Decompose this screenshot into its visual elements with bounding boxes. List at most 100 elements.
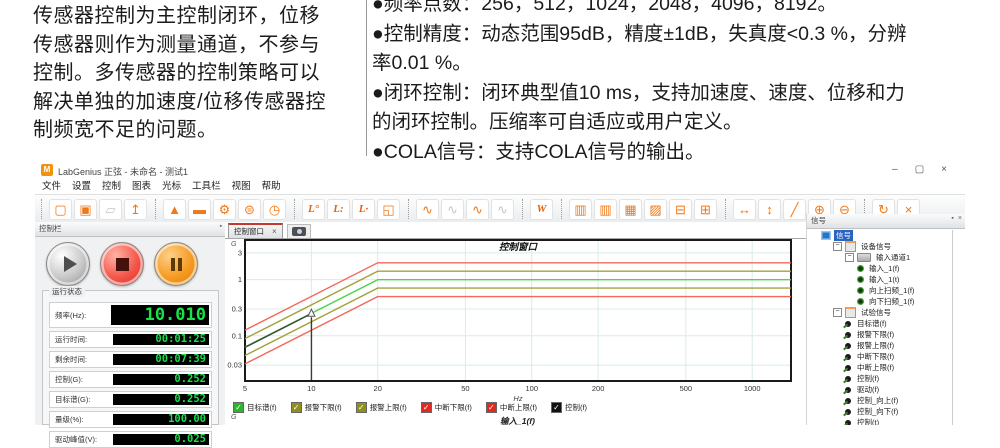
save-icon[interactable]: ▣ bbox=[74, 199, 97, 220]
legend-checkbox-icon[interactable]: ✓ bbox=[551, 402, 562, 413]
tree-node-控制(t)[interactable]: 控制(t) bbox=[817, 417, 952, 425]
tab-close-icon[interactable]: × bbox=[272, 227, 277, 236]
pin-icon[interactable]: ▪ bbox=[220, 223, 222, 230]
snapshot-button[interactable] bbox=[287, 224, 311, 238]
menu-item-工具栏[interactable]: 工具栏 bbox=[192, 179, 221, 194]
menu-item-设置[interactable]: 设置 bbox=[72, 179, 91, 194]
x-tick-label: 20 bbox=[374, 384, 382, 393]
legend-item[interactable]: ✓中断下限(f) bbox=[421, 402, 472, 413]
test-icon bbox=[845, 420, 851, 426]
status-value-lcd: 0.252 bbox=[113, 374, 209, 385]
status-row: 目标谱(G):0.252 bbox=[49, 391, 212, 408]
pin-icon[interactable]: ▪ bbox=[951, 215, 953, 222]
x-tick-label: 5 bbox=[243, 384, 247, 393]
tree-node-中断上限(f)[interactable]: 中断上限(f) bbox=[817, 362, 952, 373]
group-icon bbox=[845, 307, 856, 318]
wave-1-icon[interactable]: ∿ bbox=[416, 199, 439, 220]
export-icon[interactable]: ↥ bbox=[124, 199, 147, 220]
tree-node-label: 报警上限(f) bbox=[855, 340, 896, 351]
tree-node-控制_向下(f)[interactable]: 控制_向下(f) bbox=[817, 406, 952, 417]
shaker-icon[interactable]: ▬ bbox=[188, 199, 211, 220]
legend-item[interactable]: ✓控制(f) bbox=[551, 402, 587, 413]
level-down-icon[interactable]: L· bbox=[352, 199, 375, 220]
tree-node-控制_向上(f)[interactable]: 控制_向上(f) bbox=[817, 395, 952, 406]
legend-checkbox-icon[interactable]: ✓ bbox=[356, 402, 367, 413]
status-row: 剩余时间:00:07:39 bbox=[49, 351, 212, 368]
legend-item[interactable]: ✓报警下限(f) bbox=[291, 402, 342, 413]
log-view-3-icon[interactable]: ▦ bbox=[619, 199, 642, 220]
test-icon bbox=[845, 398, 851, 404]
status-value-lcd: 100.00 bbox=[113, 414, 209, 425]
menu-item-控制[interactable]: 控制 bbox=[102, 179, 121, 194]
input-icon bbox=[857, 276, 864, 283]
level-up-icon[interactable]: L° bbox=[302, 199, 325, 220]
minimize-icon[interactable]: – bbox=[892, 164, 898, 175]
legend-checkbox-icon[interactable]: ✓ bbox=[421, 402, 432, 413]
tree-node-目标谱(f)[interactable]: 目标谱(f) bbox=[817, 318, 952, 329]
log-view-2-icon[interactable]: ▥ bbox=[594, 199, 617, 220]
tree-node-label: 试验信号 bbox=[859, 307, 893, 318]
panel-close-icon[interactable]: × bbox=[958, 215, 962, 222]
status-label: 量级(%): bbox=[55, 414, 84, 425]
pause-icon bbox=[171, 258, 182, 271]
tree-node-向下扫频_1(f)[interactable]: 向下扫频_1(f) bbox=[817, 296, 952, 307]
menu-item-光标[interactable]: 光标 bbox=[162, 179, 181, 194]
word-report-icon[interactable]: W bbox=[530, 199, 553, 220]
menu-item-图表[interactable]: 图表 bbox=[132, 179, 151, 194]
tree-expander-icon[interactable]: − bbox=[833, 242, 842, 251]
level-mid-icon[interactable]: L: bbox=[327, 199, 350, 220]
tree-node-试验信号[interactable]: − 试验信号 bbox=[817, 307, 952, 318]
wave-4-icon: ∿ bbox=[491, 199, 514, 220]
status-label: 目标谱(G): bbox=[55, 394, 90, 405]
menu-item-帮助[interactable]: 帮助 bbox=[262, 179, 281, 194]
fit-scale-icon[interactable]: ╱ bbox=[783, 199, 806, 220]
tree-node-报警上限(f)[interactable]: 报警上限(f) bbox=[817, 340, 952, 351]
new-file-icon[interactable]: ▢ bbox=[49, 199, 72, 220]
grid-table-icon[interactable]: ⊞ bbox=[694, 199, 717, 220]
chart-legend: ✓目标谱(f)✓报警下限(f)✓报警上限(f)✓中断下限(f)✓中断上限(f)✓… bbox=[233, 402, 587, 413]
tree-node-中断下限(f)[interactable]: 中断下限(f) bbox=[817, 351, 952, 362]
pause-button[interactable] bbox=[154, 242, 198, 286]
tree-expander-icon[interactable]: − bbox=[845, 253, 854, 262]
stop-button[interactable] bbox=[100, 242, 144, 286]
start-button[interactable] bbox=[46, 242, 90, 286]
legend-item[interactable]: ✓目标谱(f) bbox=[233, 402, 277, 413]
test-icon bbox=[845, 387, 851, 393]
tree-node-向上扫频_1(f)[interactable]: 向上扫频_1(f) bbox=[817, 285, 952, 296]
tree-node-报警下限(f)[interactable]: 报警下限(f) bbox=[817, 329, 952, 340]
tree-node-设备信号[interactable]: −设备信号 bbox=[817, 241, 952, 252]
control-window-chart[interactable]: 控制窗口G310.30.10.0351020501002005001000Hz bbox=[225, 238, 810, 402]
menu-item-视图[interactable]: 视图 bbox=[232, 179, 251, 194]
menu-item-文件[interactable]: 文件 bbox=[42, 179, 61, 194]
tab-control-window[interactable]: 控制窗口 × bbox=[228, 223, 283, 238]
restore-icon[interactable]: ▢ bbox=[915, 164, 924, 175]
legend-item[interactable]: ✓报警上限(f) bbox=[356, 402, 407, 413]
run-test-icon[interactable]: ▲ bbox=[163, 199, 186, 220]
schedule-clock-icon[interactable]: ◷ bbox=[263, 199, 286, 220]
y-expand-icon[interactable]: ↕ bbox=[758, 199, 781, 220]
tree-node-控制(f)[interactable]: 控制(f) bbox=[817, 373, 952, 384]
stop-icon bbox=[116, 258, 129, 271]
tree-node-输入_1(f)[interactable]: 输入_1(f) bbox=[817, 263, 952, 274]
tree-expander-icon[interactable]: − bbox=[833, 308, 842, 317]
legend-checkbox-icon[interactable]: ✓ bbox=[233, 402, 244, 413]
legend-label: 中断上限(f) bbox=[500, 402, 537, 413]
close-icon[interactable]: × bbox=[941, 164, 947, 175]
settings-gear-icon[interactable]: ⚙ bbox=[213, 199, 236, 220]
wave-3-icon[interactable]: ∿ bbox=[466, 199, 489, 220]
copy-window-icon[interactable]: ◱ bbox=[377, 199, 400, 220]
legend-checkbox-icon[interactable]: ✓ bbox=[291, 402, 302, 413]
profile-icon[interactable]: ⊜ bbox=[238, 199, 261, 220]
legend-item[interactable]: ✓中断上限(f) bbox=[486, 402, 537, 413]
plot-border bbox=[245, 240, 791, 381]
tree-node-label: 控制(f) bbox=[855, 373, 881, 384]
tree-node-输入通道1[interactable]: −输入通道1 bbox=[817, 252, 952, 263]
log-view-4-icon[interactable]: ▨ bbox=[644, 199, 667, 220]
tree-node-输入_1(t)[interactable]: 输入_1(t) bbox=[817, 274, 952, 285]
x-expand-icon[interactable]: ↔ bbox=[733, 199, 756, 220]
tree-node-信号[interactable]: 信号 bbox=[817, 230, 952, 241]
tree-node-驱动(f)[interactable]: 驱动(f) bbox=[817, 384, 952, 395]
log-view-1-icon[interactable]: ▥ bbox=[569, 199, 592, 220]
layout-icon[interactable]: ⊟ bbox=[669, 199, 692, 220]
legend-checkbox-icon[interactable]: ✓ bbox=[486, 402, 497, 413]
